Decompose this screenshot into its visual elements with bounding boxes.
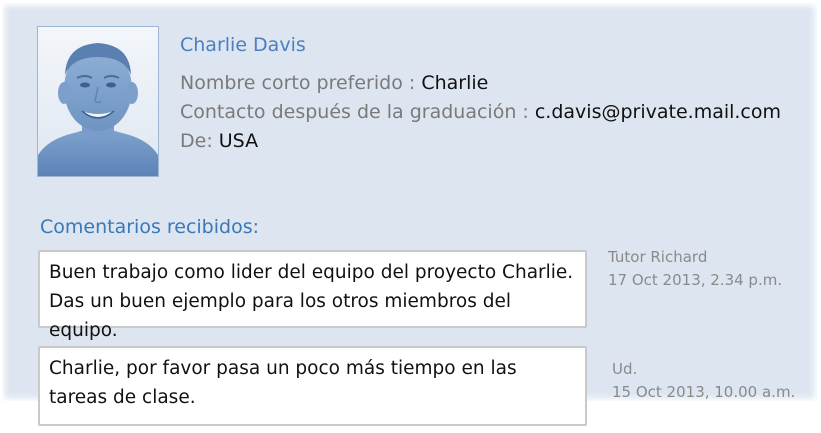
- comment-meta: Tutor Richard 17 Oct 2013, 2.34 p.m.: [608, 246, 782, 292]
- contact-label: Contacto después de la graduación :: [180, 101, 535, 123]
- preferred-name-value: Charlie: [421, 72, 489, 94]
- comment-box: Buen trabajo como lider del equipo del p…: [38, 250, 587, 341]
- from-row: De: USA: [180, 130, 258, 152]
- student-name: Charlie Davis: [180, 34, 306, 56]
- portrait-image: [38, 27, 158, 176]
- comment-date: 17 Oct 2013, 2.34 p.m.: [608, 271, 783, 289]
- comment-author: Ud.: [612, 360, 638, 378]
- contact-row: Contacto después de la graduación : c.da…: [180, 101, 781, 123]
- comment-text: Buen trabajo como lider del equipo del p…: [49, 262, 574, 341]
- student-profile-page: Charlie Davis Nombre corto preferido : C…: [0, 0, 821, 433]
- from-value: USA: [218, 130, 259, 152]
- student-photo: [37, 26, 159, 177]
- comment-meta: Ud. 15 Oct 2013, 10.00 a.m.: [612, 358, 795, 404]
- contact-email: c.davis@private.mail.com: [534, 101, 782, 123]
- comment-text: Charlie, por favor pasa un poco más tiem…: [49, 358, 517, 408]
- preferred-name-label: Nombre corto preferido :: [180, 72, 422, 94]
- comments-section-title: Comentarios recibidos:: [40, 216, 260, 238]
- from-label: De:: [180, 130, 219, 152]
- comment-author: Tutor Richard: [608, 248, 708, 266]
- preferred-name-row: Nombre corto preferido : Charlie: [180, 72, 488, 94]
- comment-box: Charlie, por favor pasa un poco más tiem…: [38, 346, 587, 426]
- comment-date: 15 Oct 2013, 10.00 a.m.: [612, 383, 796, 401]
